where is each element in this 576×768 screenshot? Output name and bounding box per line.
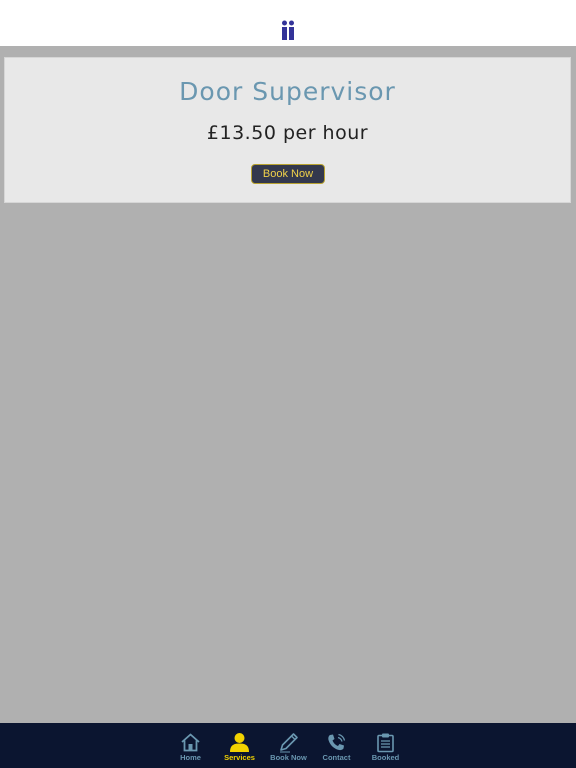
app-screen: Door Supervisor £13.50 per hour Book Now… xyxy=(0,0,576,768)
tab-services-label: Services xyxy=(224,753,255,762)
tab-services[interactable]: Services xyxy=(215,723,264,768)
tab-book-now-label: Book Now xyxy=(270,753,307,762)
top-bar xyxy=(0,0,576,46)
service-price: £13.50 per hour xyxy=(206,122,369,144)
bottom-tab-bar: Home Services Book Now Contact Booked xyxy=(0,723,576,768)
home-icon xyxy=(181,733,200,752)
people-logo-icon xyxy=(282,20,294,40)
person-icon xyxy=(230,733,249,752)
book-now-button[interactable]: Book Now xyxy=(251,164,325,184)
pencil-icon xyxy=(280,733,298,753)
tab-contact-label: Contact xyxy=(322,753,351,762)
phone-icon xyxy=(328,733,346,751)
tab-book-now[interactable]: Book Now xyxy=(264,723,313,768)
clipboard-icon xyxy=(377,733,394,753)
tab-booked-label: Booked xyxy=(371,753,400,762)
service-card: Door Supervisor £13.50 per hour Book Now xyxy=(4,57,571,203)
tab-contact[interactable]: Contact xyxy=(312,723,361,768)
service-title: Door Supervisor xyxy=(179,77,396,106)
tab-home[interactable]: Home xyxy=(166,723,215,768)
tab-booked[interactable]: Booked xyxy=(361,723,410,768)
tab-home-label: Home xyxy=(180,753,201,762)
